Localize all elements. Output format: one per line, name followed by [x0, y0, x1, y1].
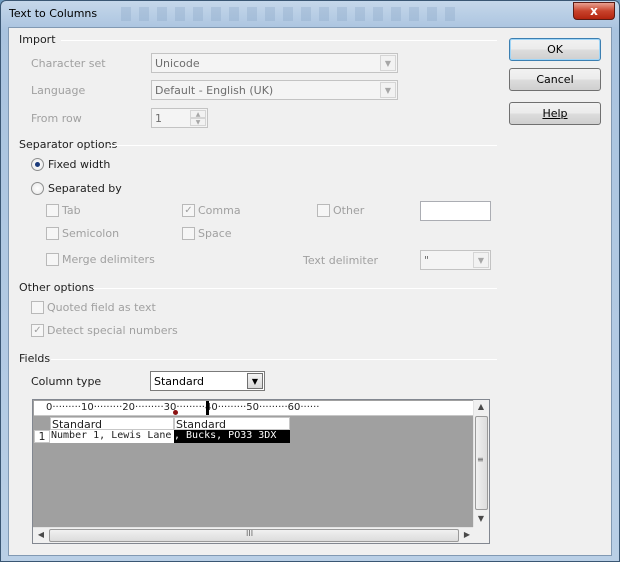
semicolon-checkbox[interactable] [46, 227, 59, 240]
comma-checkbox[interactable]: ✓ [182, 204, 195, 217]
scroll-down-icon[interactable]: ▼ [474, 512, 488, 526]
grip-icon: III [246, 529, 254, 538]
text-delimiter-value: " [424, 254, 430, 267]
tab-label: Tab [62, 204, 81, 217]
fixed-width-label[interactable]: Fixed width [48, 158, 110, 171]
import-heading: Import [19, 33, 56, 46]
chevron-down-icon: ▼ [473, 252, 489, 268]
other-options-heading: Other options [19, 281, 95, 294]
quoted-field-label: Quoted field as text [47, 301, 156, 314]
quoted-field-checkbox[interactable] [31, 301, 44, 314]
fixed-width-radio[interactable] [31, 158, 44, 171]
other-options-divider [93, 288, 497, 289]
spin-up-icon[interactable]: ▲ [190, 110, 206, 118]
column-ruler[interactable]: 0·········10·········20·········30······… [34, 401, 475, 416]
column-break-marker[interactable] [206, 401, 209, 415]
row-number: 1 [34, 430, 50, 443]
merge-delimiters-label: Merge delimiters [62, 253, 155, 266]
spin-down-icon[interactable]: ▼ [190, 118, 206, 126]
cancel-button[interactable]: Cancel [509, 68, 601, 91]
space-label: Space [198, 227, 232, 240]
horizontal-scroll-thumb[interactable]: III [49, 529, 459, 542]
other-input[interactable] [420, 201, 491, 221]
cursor-marker [173, 410, 178, 415]
window-title: Text to Columns [9, 7, 98, 20]
from-row-value: 1 [155, 112, 162, 125]
separated-by-radio[interactable] [31, 182, 44, 195]
column-type-value: Standard [154, 375, 205, 388]
fields-heading: Fields [19, 352, 51, 365]
dialog-window: Text to Columns x Import Character set U… [0, 0, 620, 562]
separated-by-label[interactable]: Separated by [48, 182, 122, 195]
column-type-select[interactable]: Standard ▼ [150, 371, 265, 391]
col1-header[interactable]: Standard [50, 417, 174, 431]
help-label: Help [542, 107, 568, 120]
column-type-label: Column type [31, 375, 102, 388]
dialog-body: Import Character set Unicode ▼ Language … [8, 27, 612, 556]
other-checkbox[interactable] [317, 204, 330, 217]
close-icon: x [590, 4, 598, 18]
other-label: Other [333, 204, 365, 217]
detect-numbers-label: Detect special numbers [47, 324, 178, 337]
row-cell-col2: , Bucks, PO33 3DX [174, 430, 290, 443]
space-checkbox[interactable] [182, 227, 195, 240]
chevron-down-icon: ▼ [380, 55, 396, 71]
title-bar[interactable]: Text to Columns x [1, 1, 619, 27]
charset-value: Unicode [155, 57, 200, 70]
import-divider [61, 40, 497, 41]
vertical-scroll-thumb[interactable]: ≡ [475, 416, 488, 510]
from-row-spinner[interactable]: 1 ▲ ▼ [151, 108, 208, 128]
comma-label: Comma [198, 204, 241, 217]
horizontal-scrollbar[interactable]: ◀ III ▶ [33, 527, 475, 543]
separator-divider [109, 145, 497, 146]
help-button[interactable]: Help [509, 102, 601, 125]
detect-numbers-checkbox[interactable]: ✓ [31, 324, 44, 337]
vertical-scrollbar[interactable]: ▲ ≡ ▼ [473, 400, 489, 527]
semicolon-label: Semicolon [62, 227, 120, 240]
col2-header[interactable]: Standard [174, 417, 290, 431]
charset-label: Character set [31, 57, 106, 70]
column-preview[interactable]: 0·········10·········20·········30······… [32, 399, 490, 544]
titlebar-toolbar-ghost [121, 7, 461, 21]
text-delimiter-select[interactable]: " ▼ [420, 250, 491, 270]
chevron-down-icon: ▼ [247, 373, 263, 389]
separator-heading: Separator options [19, 138, 118, 151]
tab-checkbox[interactable] [46, 204, 59, 217]
text-delimiter-label: Text delimiter [303, 254, 378, 267]
scroll-right-icon[interactable]: ▶ [460, 528, 474, 542]
close-button[interactable]: x [573, 2, 615, 20]
row-cell-col1: Number 1, Lewis Lane [50, 430, 174, 443]
ok-button[interactable]: OK [509, 38, 601, 61]
language-select[interactable]: Default - English (UK) ▼ [151, 80, 398, 100]
preview-header-row: Standard Standard [34, 417, 475, 431]
chevron-down-icon: ▼ [380, 82, 396, 98]
language-value: Default - English (UK) [155, 84, 274, 97]
grip-icon: ≡ [477, 455, 484, 464]
charset-select[interactable]: Unicode ▼ [151, 53, 398, 73]
ruler-scale: 0·········10·········20·········30······… [46, 402, 320, 413]
scroll-up-icon[interactable]: ▲ [474, 400, 488, 414]
merge-delimiters-checkbox[interactable] [46, 253, 59, 266]
preview-data-row: 1 Number 1, Lewis Lane , Bucks, PO33 3DX [34, 430, 475, 443]
scroll-left-icon[interactable]: ◀ [34, 528, 48, 542]
language-label: Language [31, 84, 86, 97]
from-row-label: From row [31, 112, 82, 125]
scroll-corner [473, 527, 489, 543]
fields-divider [51, 359, 497, 360]
